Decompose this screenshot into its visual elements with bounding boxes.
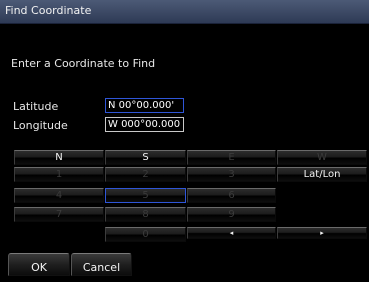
longitude-field[interactable]: [105, 117, 184, 132]
find-coordinate-window: Find Coordinate Enter a Coordinate to Fi…: [0, 0, 369, 276]
key-w[interactable]: W: [277, 150, 367, 165]
latitude-field[interactable]: [105, 98, 184, 113]
key-8[interactable]: 8: [105, 207, 186, 222]
key-9[interactable]: 9: [187, 207, 276, 222]
cursor-right-key[interactable]: ▸: [277, 227, 367, 239]
key-e[interactable]: E: [187, 150, 276, 165]
key-n[interactable]: N: [14, 150, 104, 165]
latitude-label: Latitude: [13, 100, 59, 113]
window-title: Find Coordinate: [5, 4, 92, 17]
ok-button[interactable]: OK: [8, 253, 70, 276]
cancel-button[interactable]: Cancel: [71, 253, 132, 276]
prompt-text: Enter a Coordinate to Find: [11, 57, 156, 70]
key-7[interactable]: 7: [14, 207, 104, 222]
key-5[interactable]: 5: [105, 188, 186, 203]
key-3[interactable]: 3: [187, 167, 276, 182]
title-bar: Find Coordinate: [0, 0, 369, 24]
cursor-left-key[interactable]: ◂: [187, 227, 276, 239]
longitude-label: Longitude: [13, 119, 68, 132]
key-2[interactable]: 2: [105, 167, 186, 182]
key-4[interactable]: 4: [14, 188, 104, 203]
key-lat-lon[interactable]: Lat/Lon: [277, 167, 367, 182]
key-0[interactable]: 0: [105, 227, 186, 242]
key-1[interactable]: 1: [14, 167, 104, 182]
key-s[interactable]: S: [105, 150, 186, 165]
key-6[interactable]: 6: [187, 188, 276, 203]
